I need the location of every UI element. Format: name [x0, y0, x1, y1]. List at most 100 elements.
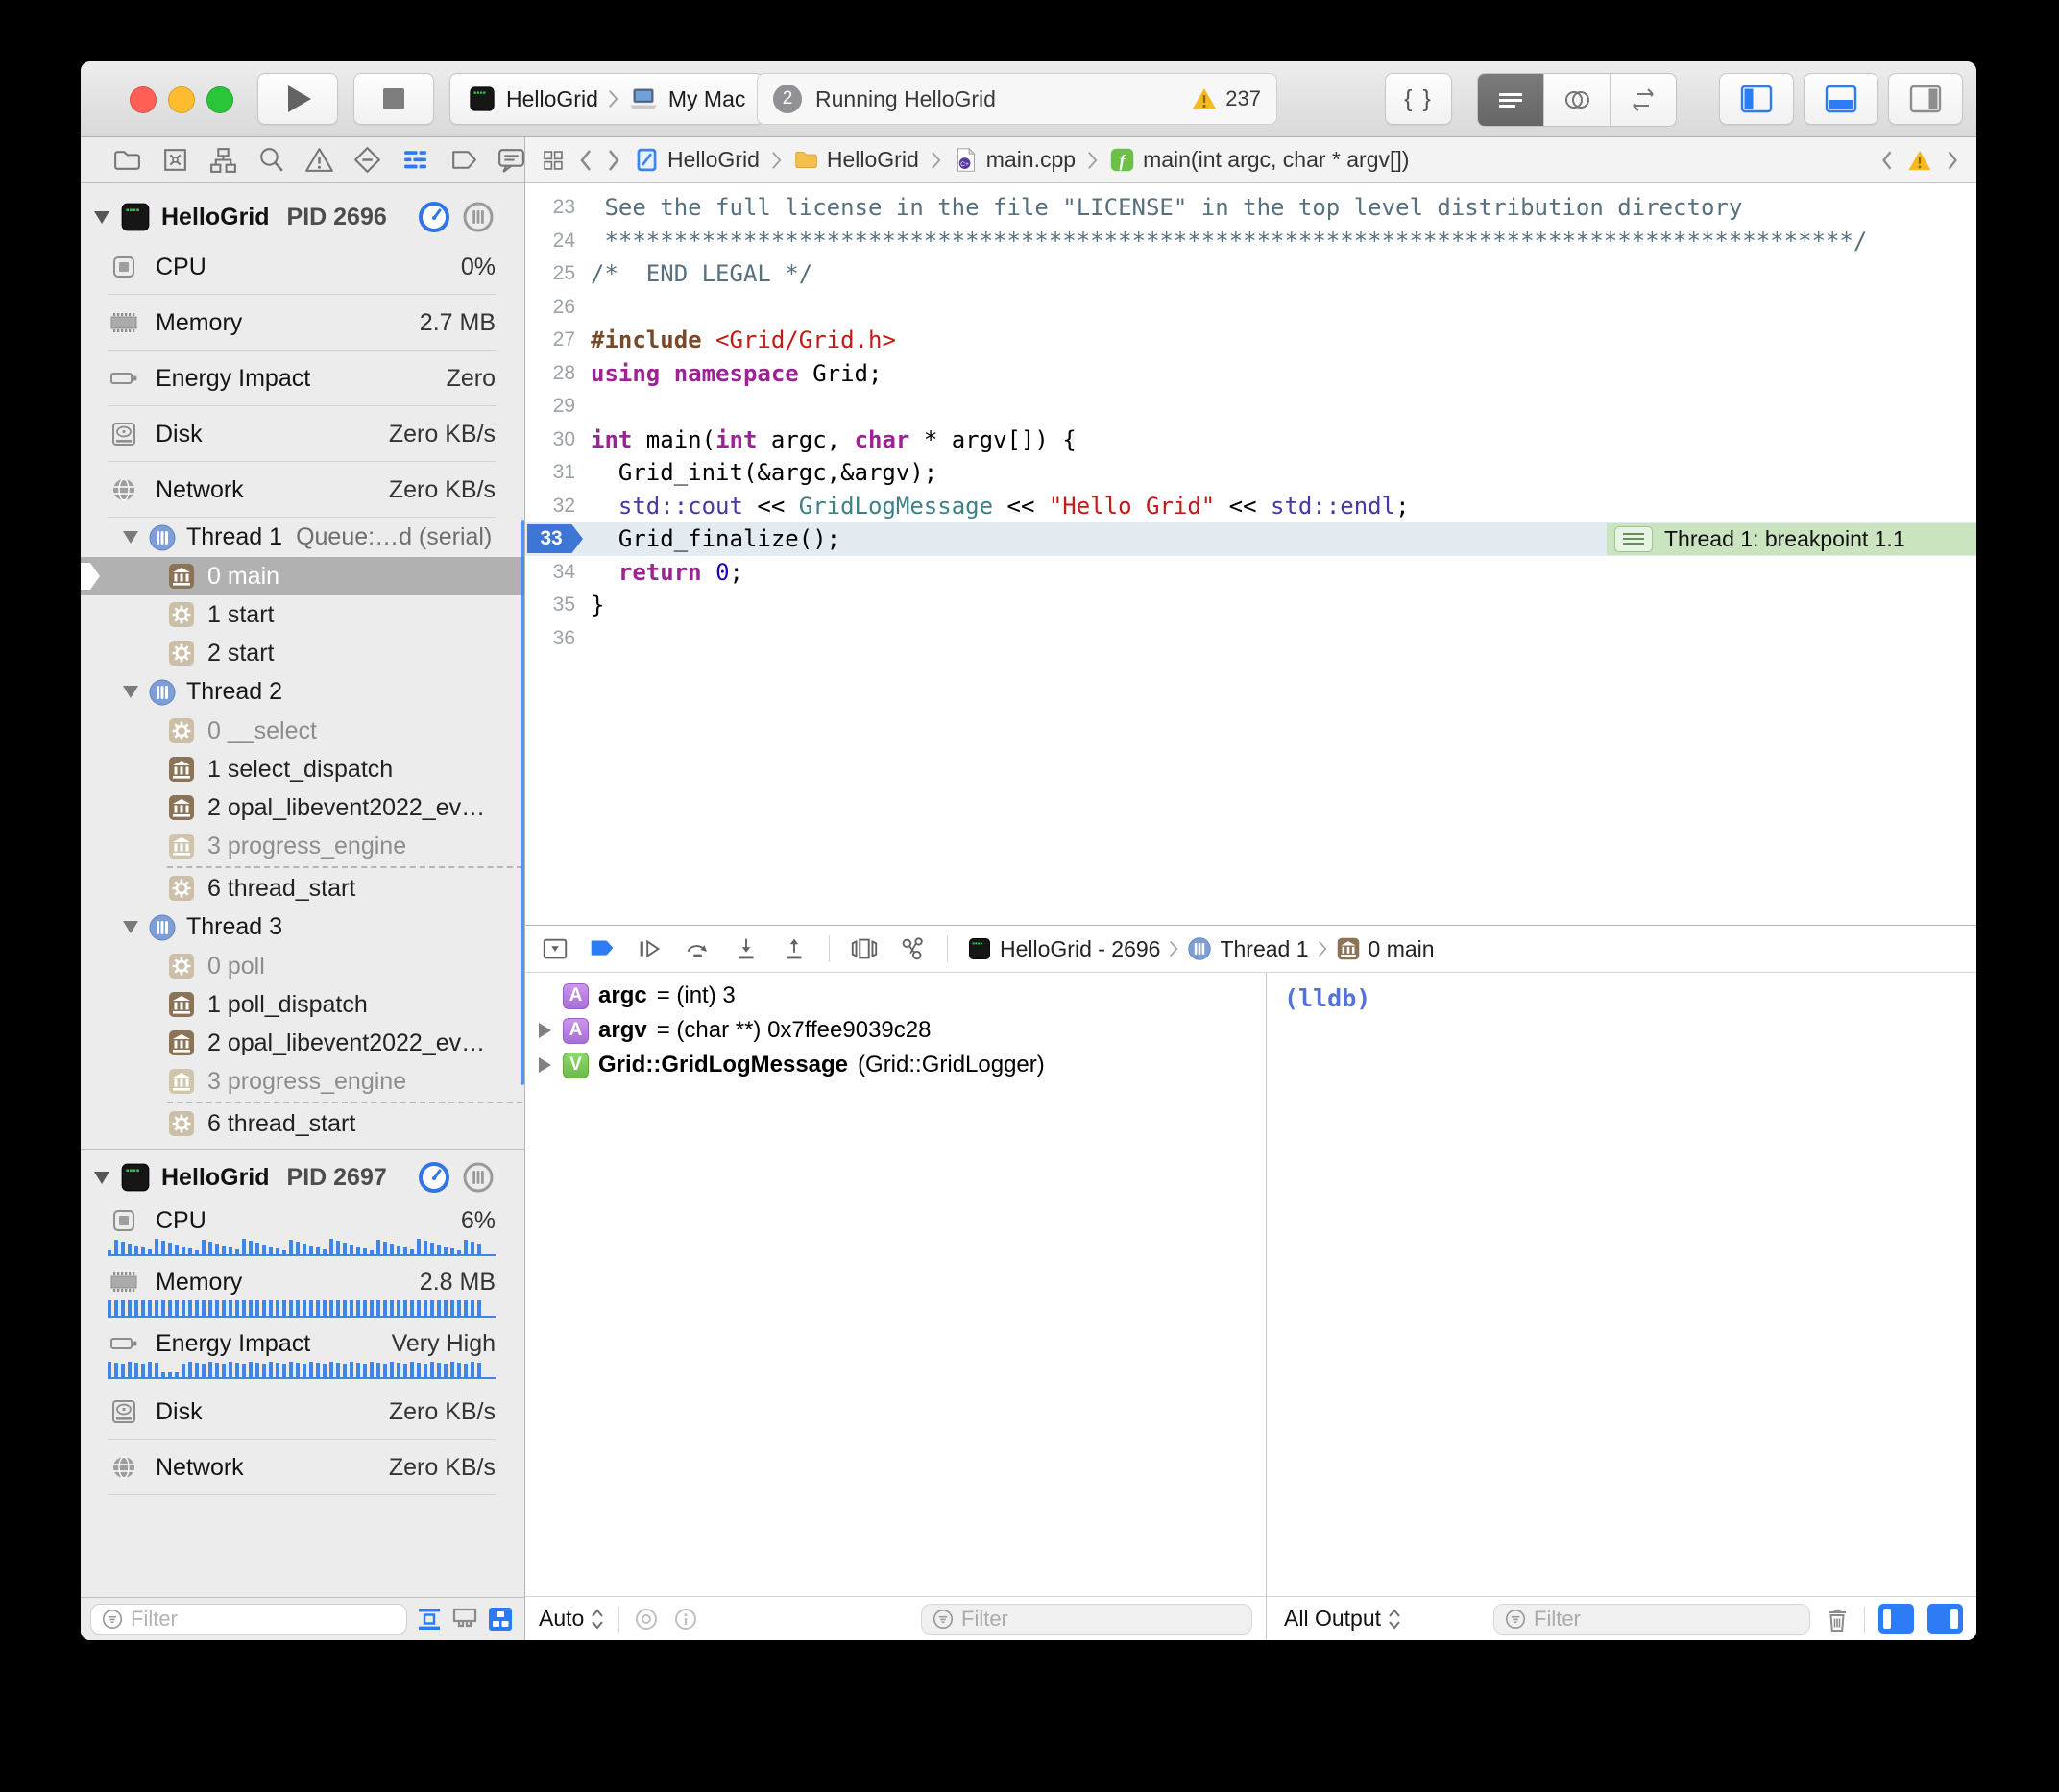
thread-row[interactable]: Thread 1Queue:…d (serial)	[81, 518, 524, 557]
memory-graph-button[interactable]	[897, 934, 928, 963]
view-process-by-thread-button[interactable]	[461, 200, 496, 234]
navigator-tab-report-navigator-icon[interactable]	[496, 144, 527, 176]
disclosure-triangle-icon[interactable]	[123, 531, 138, 544]
assistant-editor-button[interactable]	[1544, 74, 1611, 126]
minimize-window-button[interactable]	[168, 86, 195, 113]
disclosure-triangle-icon[interactable]	[539, 1023, 551, 1038]
annotation-menu-button[interactable]	[1614, 526, 1653, 552]
line-number[interactable]: 28	[525, 362, 591, 385]
navigator-tab-breakpoint-navigator-icon[interactable]	[448, 144, 479, 176]
code-line-28[interactable]: 28using namespace Grid;	[525, 357, 1976, 391]
code-line-31[interactable]: 31 Grid_init(&argc,&argv);	[525, 456, 1976, 490]
navigator-tab-debug-navigator-icon[interactable]	[400, 144, 431, 176]
performance-gauges-button[interactable]	[417, 200, 451, 234]
code-line-33[interactable]: 33 Grid_finalize();Thread 1: breakpoint …	[525, 522, 1976, 556]
console-view[interactable]: (lldb)	[1267, 973, 1976, 1597]
show-console-pane-button[interactable]	[1927, 1604, 1963, 1634]
process-row[interactable]: HelloGridPID 2697	[81, 1155, 524, 1199]
navigator-tab-issue-navigator-icon[interactable]	[303, 144, 335, 176]
disclosure-triangle-icon[interactable]	[123, 686, 138, 698]
gauge-row-network[interactable]: NetworkZero KB/s	[81, 462, 524, 518]
close-window-button[interactable]	[130, 86, 157, 113]
gauge-row-cpu[interactable]: CPU6%	[81, 1199, 524, 1261]
toggle-navigator-button[interactable]	[1719, 73, 1794, 125]
line-number[interactable]: 25	[525, 262, 591, 285]
line-number[interactable]: 36	[525, 627, 591, 650]
quicklook-button[interactable]	[633, 1607, 660, 1632]
zoom-window-button[interactable]	[206, 86, 233, 113]
stack-frame-row[interactable]: 1 start	[81, 595, 524, 634]
related-items-icon[interactable]	[541, 148, 566, 173]
variable-row[interactable]: Aargc = (int) 3	[525, 979, 1266, 1013]
disclosure-triangle-icon[interactable]	[94, 1172, 109, 1184]
stop-button[interactable]	[353, 73, 434, 125]
navigator-tab-source-control-icon[interactable]	[159, 144, 191, 176]
toggle-debug-area-button[interactable]	[1804, 73, 1878, 125]
line-number[interactable]: 35	[525, 593, 591, 617]
line-number[interactable]: 31	[525, 461, 591, 484]
clear-console-button[interactable]	[1824, 1605, 1851, 1634]
back-button[interactable]	[578, 148, 593, 173]
debug-breadcrumb-item[interactable]: 0 main	[1336, 936, 1435, 962]
step-over-button[interactable]	[683, 934, 714, 963]
line-number[interactable]: 27	[525, 328, 591, 351]
jumpbar-item[interactable]: HelloGrid	[634, 147, 760, 173]
next-issue-button[interactable]	[1946, 149, 1959, 172]
code-line-23[interactable]: 23 See the full license in the file "LIC…	[525, 191, 1976, 225]
forward-button[interactable]	[606, 148, 621, 173]
sidebar-divider[interactable]	[524, 137, 525, 1640]
stack-frame-row[interactable]: 1 poll_dispatch	[81, 985, 524, 1024]
show-all-frames-button[interactable]	[450, 1605, 479, 1634]
jumpbar-item[interactable]: C+main.cpp	[953, 147, 1076, 173]
disclosure-triangle-icon[interactable]	[539, 1057, 551, 1073]
step-into-button[interactable]	[731, 934, 762, 963]
disclosure-triangle-icon[interactable]	[123, 921, 138, 933]
line-number[interactable]: 23	[525, 196, 591, 219]
step-out-button[interactable]	[779, 934, 810, 963]
navigator-tab-symbol-navigator-icon[interactable]	[207, 144, 239, 176]
breakpoints-toggle-button[interactable]	[587, 934, 618, 963]
line-number[interactable]: 26	[525, 296, 591, 319]
code-line-26[interactable]: 26	[525, 291, 1976, 325]
stack-frame-row[interactable]: 2 opal_libevent2022_ev…	[81, 788, 524, 827]
gauge-row-energy-impact[interactable]: Energy ImpactVery High	[81, 1322, 524, 1384]
variable-row[interactable]: VGrid::GridLogMessage (Grid::GridLogger)	[525, 1048, 1266, 1082]
console-scope-menu[interactable]: All Output	[1284, 1606, 1402, 1632]
stack-frame-row[interactable]: 1 select_dispatch	[81, 750, 524, 788]
collapse-frames-button[interactable]	[415, 1605, 444, 1634]
navigator-tab-find-navigator-icon[interactable]	[255, 144, 287, 176]
debug-breadcrumb-item[interactable]: Thread 1	[1187, 936, 1308, 962]
line-number[interactable]: 29	[525, 395, 591, 418]
gauge-row-disk[interactable]: DiskZero KB/s	[81, 406, 524, 462]
stack-frame-row[interactable]: 3 progress_engine	[81, 827, 524, 865]
variables-filter-input[interactable]: Filter	[921, 1604, 1252, 1635]
continue-button[interactable]	[635, 934, 666, 963]
stack-frame-row[interactable]: 0 poll	[81, 947, 524, 985]
code-line-27[interactable]: 27#include <Grid/Grid.h>	[525, 324, 1976, 357]
navigator-filter-input[interactable]: Filter	[90, 1604, 407, 1635]
activity-status[interactable]: 2 Running HelloGrid 237	[757, 73, 1277, 125]
code-line-34[interactable]: 34 return 0;	[525, 556, 1976, 590]
line-number[interactable]: 24	[525, 230, 591, 253]
source-editor[interactable]: 23 See the full license in the file "LIC…	[525, 183, 1976, 925]
jumpbar-item[interactable]: fmain(int argc, char * argv[])	[1109, 147, 1409, 173]
process-row[interactable]: HelloGridPID 2696	[81, 195, 524, 239]
line-number[interactable]: 32	[525, 495, 591, 518]
line-number[interactable]: 30	[525, 428, 591, 451]
stack-frame-row[interactable]: 6 thread_start	[81, 869, 524, 908]
disclosure-triangle-icon[interactable]	[94, 211, 109, 224]
stack-frame-row[interactable]: 0 __select	[81, 712, 524, 750]
hide-debug-area-button[interactable]	[541, 934, 569, 963]
navigator-tab-project-navigator-icon[interactable]	[111, 144, 143, 176]
stack-frame-row[interactable]: 2 opal_libevent2022_ev…	[81, 1024, 524, 1062]
console-filter-input[interactable]: Filter	[1493, 1604, 1810, 1635]
code-line-25[interactable]: 25/* END LEGAL */	[525, 257, 1976, 291]
gauge-row-network[interactable]: NetworkZero KB/s	[81, 1440, 524, 1495]
stack-frame-row[interactable]: 0 main	[81, 557, 524, 595]
warning-count[interactable]: 237	[1225, 86, 1261, 111]
code-line-36[interactable]: 36	[525, 622, 1976, 656]
show-variables-pane-button[interactable]	[1878, 1604, 1914, 1634]
code-line-35[interactable]: 35}	[525, 589, 1976, 622]
run-button[interactable]	[257, 73, 338, 125]
gauge-row-disk[interactable]: DiskZero KB/s	[81, 1384, 524, 1440]
